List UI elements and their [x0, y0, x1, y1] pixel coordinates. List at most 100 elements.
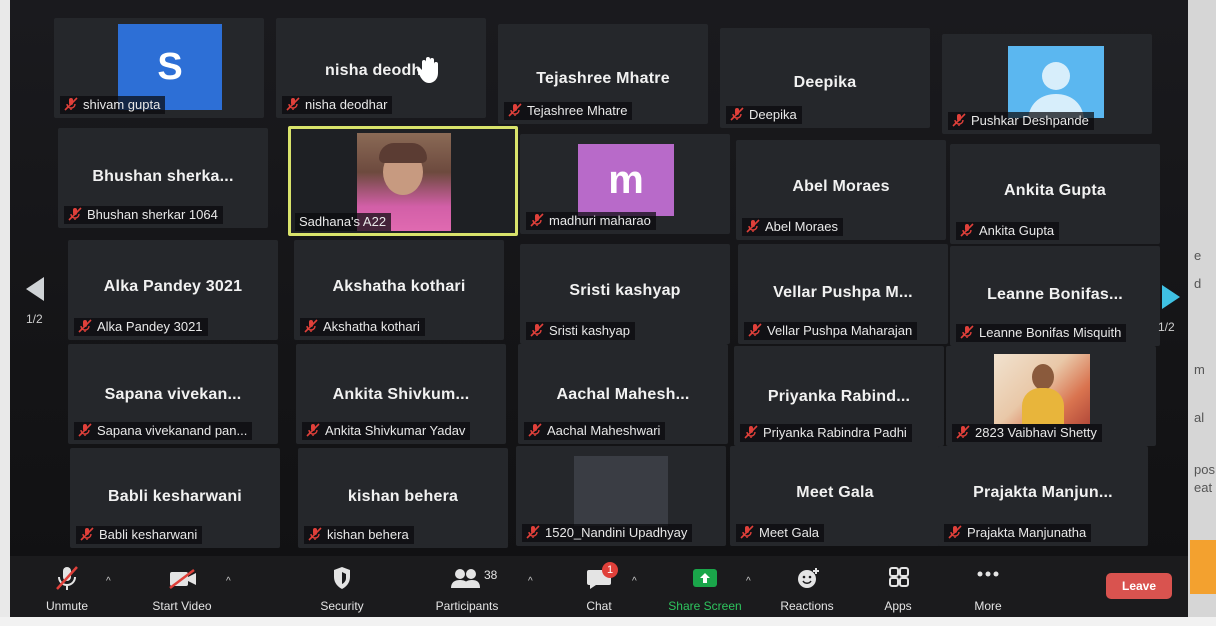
participant-display-name: Meet Gala: [796, 484, 874, 501]
participant-name: Sadhana's A22: [299, 214, 387, 229]
participant-display-name: Bhushan sherka...: [92, 168, 234, 185]
participant-tile[interactable]: Ankita Shivkum... Ankita Shivkumar Yadav: [296, 344, 506, 444]
participant-name: shivam gupta: [83, 97, 161, 112]
participant-display-name: Akshatha kothari: [332, 278, 466, 295]
participant-name: Prajakta Manjunatha: [967, 525, 1087, 540]
participant-tile[interactable]: Meet Gala Meet Gala: [730, 446, 940, 546]
participant-tile[interactable]: Prajakta Manjun... Prajakta Manjunatha: [938, 446, 1148, 546]
participant-name: Sapana vivekanand pan...: [97, 423, 248, 438]
chat-options-caret-icon[interactable]: ^: [632, 576, 637, 587]
participant-name: nisha deodhar: [305, 97, 388, 112]
participant-tile[interactable]: Babli kesharwani Babli kesharwani: [70, 448, 280, 548]
muted-mic-icon: [730, 107, 744, 121]
apps-icon: [889, 567, 909, 587]
next-page-arrow[interactable]: [1160, 284, 1182, 315]
participant-tile[interactable]: m madhuri maharao: [520, 134, 730, 234]
participant-name-label: Vellar Pushpa Maharajan: [744, 322, 918, 340]
video-off-placeholder: [574, 456, 668, 526]
participant-tile[interactable]: Leanne Bonifas... Leanne Bonifas Misquit…: [950, 246, 1160, 346]
more-button[interactable]: More: [960, 556, 1016, 617]
participant-name-label: Sristi kashyap: [526, 322, 635, 340]
participant-name: Alka Pandey 3021: [97, 319, 203, 334]
participant-tile[interactable]: Abel Moraes Abel Moraes: [736, 140, 946, 240]
muted-mic-icon: [960, 325, 974, 339]
edge-text: m: [1194, 362, 1205, 377]
profile-photo: [994, 354, 1090, 424]
muted-mic-icon: [308, 527, 322, 541]
participant-tile[interactable]: Sapana vivekan... Sapana vivekanand pan.…: [68, 344, 278, 444]
left-arrow-icon: [26, 277, 44, 301]
chat-button[interactable]: 1 Chat: [572, 556, 626, 617]
participants-options-caret-icon[interactable]: ^: [528, 576, 533, 587]
muted-mic-icon: [956, 425, 970, 439]
participant-display-name: Tejashree Mhatre: [536, 70, 670, 87]
share-options-caret-icon[interactable]: ^: [746, 576, 751, 587]
video-options-caret-icon[interactable]: ^: [226, 576, 231, 587]
muted-mic-icon: [526, 525, 540, 539]
muted-mic-icon: [748, 323, 762, 337]
photo-face: [1032, 364, 1054, 390]
participant-name-label: Prajakta Manjunatha: [944, 524, 1092, 542]
participant-display-name: Aachal Mahesh...: [556, 386, 690, 403]
participant-name-label: Aachal Maheshwari: [524, 422, 666, 440]
muted-mic-icon: [744, 425, 758, 439]
meeting-controls-toolbar: Unmute ^ Start Video ^ Security 38 Parti…: [10, 556, 1188, 617]
participant-tile[interactable]: Alka Pandey 3021 Alka Pandey 3021: [68, 240, 278, 340]
participant-tile[interactable]: Bhushan sherka... Bhushan sherkar 1064: [58, 128, 268, 228]
muted-mic-icon: [948, 525, 962, 539]
muted-mic-icon: [64, 97, 78, 111]
unmute-button[interactable]: Unmute: [32, 556, 102, 617]
participant-name: 2823 Vaibhavi Shetty: [975, 425, 1097, 440]
start-video-button[interactable]: Start Video: [142, 556, 222, 617]
audio-options-caret-icon[interactable]: ^: [106, 576, 111, 587]
participant-tile[interactable]: 1520_Nandini Upadhyay: [516, 446, 726, 546]
security-label: Security: [320, 599, 364, 613]
participant-name-label: Sapana vivekanand pan...: [74, 422, 253, 440]
participant-name-label: Alka Pandey 3021: [74, 318, 208, 336]
participants-icon: [451, 569, 480, 588]
participant-tile[interactable]: nisha deodhar nisha deodhar: [276, 18, 486, 118]
apps-label: Apps: [884, 599, 912, 613]
participant-display-name: Deepika: [793, 74, 857, 91]
active-speaker-tile[interactable]: Sadhana's A22: [288, 126, 518, 236]
participant-name-label: Meet Gala: [736, 524, 824, 542]
share-screen-button[interactable]: Share Screen: [660, 556, 750, 617]
participant-tile[interactable]: 2823 Vaibhavi Shetty: [946, 346, 1156, 446]
muted-mic-icon: [530, 213, 544, 227]
participant-display-name: Priyanka Rabind...: [767, 388, 911, 405]
apps-button[interactable]: Apps: [870, 556, 926, 617]
muted-mic-icon: [68, 207, 82, 221]
leave-button[interactable]: Leave: [1106, 573, 1172, 599]
person-silhouette-icon: [1028, 62, 1084, 118]
edge-text: d: [1194, 276, 1202, 291]
participant-tile[interactable]: Deepika Deepika: [720, 28, 930, 128]
participant-tile[interactable]: S shivam gupta: [54, 18, 264, 118]
participant-tile[interactable]: Priyanka Rabind... Priyanka Rabindra Pad…: [734, 346, 944, 446]
participant-tile[interactable]: kishan behera kishan behera: [298, 448, 508, 548]
participant-tile[interactable]: Sristi kashyap Sristi kashyap: [520, 244, 730, 344]
participant-tile[interactable]: Ankita Gupta Ankita Gupta: [950, 144, 1160, 244]
participant-tile[interactable]: Aachal Mahesh... Aachal Maheshwari: [518, 344, 728, 444]
muted-mic-icon: [304, 319, 318, 333]
share-screen-label: Share Screen: [668, 599, 742, 613]
previous-page-arrow[interactable]: [24, 276, 46, 307]
security-button[interactable]: Security: [306, 556, 378, 617]
photo-body: [1022, 388, 1064, 424]
participants-count: 38: [484, 568, 498, 582]
chat-label: Chat: [586, 599, 612, 613]
participant-name-label: Abel Moraes: [742, 218, 843, 236]
participant-tile[interactable]: Vellar Pushpa M... Vellar Pushpa Maharaj…: [738, 244, 948, 344]
more-label: More: [974, 599, 1002, 613]
participant-tile[interactable]: Tejashree Mhatre Tejashree Mhatre: [498, 24, 708, 124]
muted-microphone-icon: [56, 566, 78, 590]
participant-display-name: Ankita Gupta: [1004, 182, 1106, 199]
participant-name-label: Bhushan sherkar 1064: [64, 206, 223, 224]
bottom-edge: [0, 617, 1216, 626]
chat-unread-badge: 1: [602, 562, 618, 578]
participants-button[interactable]: 38 Participants: [422, 556, 512, 617]
participant-tile[interactable]: Pushkar Deshpande: [942, 34, 1152, 134]
participant-tile[interactable]: Akshatha kothari Akshatha kothari: [294, 240, 504, 340]
participant-name: Babli kesharwani: [99, 527, 198, 542]
participant-display-name: Sristi kashyap: [569, 282, 681, 299]
reactions-button[interactable]: Reactions: [770, 556, 844, 617]
